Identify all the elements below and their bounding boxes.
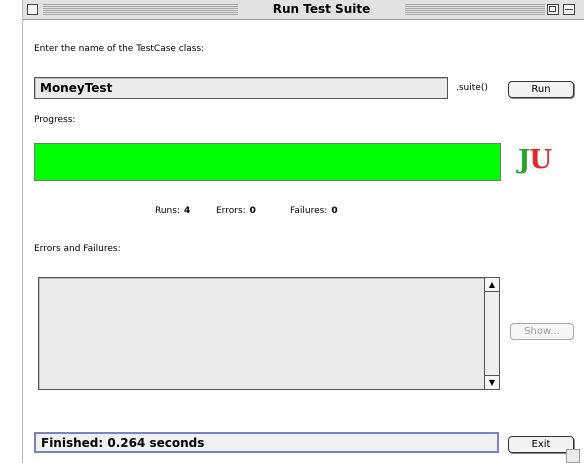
list-scrollbar[interactable]: ▲ ▼ xyxy=(484,278,499,389)
runs-count: 4 xyxy=(183,206,191,216)
errors-failures-list[interactable]: ▲ ▼ xyxy=(38,277,500,390)
zoom-box-icon[interactable] xyxy=(547,4,559,15)
scroll-down-arrow-icon[interactable]: ▼ xyxy=(485,375,499,389)
logo-u: U xyxy=(529,145,552,175)
resize-grow-box-icon[interactable] xyxy=(566,449,580,463)
title-bar[interactable]: Run Test Suite xyxy=(23,0,584,20)
failures-label: Failures: xyxy=(290,206,328,216)
testcase-class-input[interactable]: MoneyTest xyxy=(34,77,448,99)
progress-fill xyxy=(35,144,500,180)
progress-label: Progress: xyxy=(34,115,76,125)
status-field: Finished: 0.264 seconds xyxy=(34,432,499,453)
close-box-icon[interactable] xyxy=(27,4,38,15)
suite-suffix-label: .suite() xyxy=(456,83,488,93)
runs-label: Runs: xyxy=(155,206,180,216)
show-button[interactable]: Show... xyxy=(510,323,574,340)
stat-errors: Errors: 0 xyxy=(216,206,256,216)
title-bar-stripes xyxy=(405,4,545,15)
errors-count: 0 xyxy=(249,206,256,216)
test-class-prompt: Enter the name of the TestCase class: xyxy=(34,44,205,54)
stat-runs: Runs: 4 xyxy=(155,206,190,216)
failures-count: 0 xyxy=(331,206,338,216)
stat-failures: Failures: 0 xyxy=(290,206,338,216)
window-title: Run Test Suite xyxy=(238,2,405,16)
title-bar-stripes xyxy=(43,4,238,15)
junit-logo: JU xyxy=(518,145,552,175)
run-test-suite-window: Run Test Suite Enter the name of the Tes… xyxy=(22,0,584,463)
collapse-box-icon[interactable] xyxy=(563,4,575,15)
scroll-up-arrow-icon[interactable]: ▲ xyxy=(485,278,499,292)
exit-button[interactable]: Exit xyxy=(508,436,574,453)
errors-failures-label: Errors and Failures: xyxy=(34,244,121,254)
run-button[interactable]: Run xyxy=(508,81,574,98)
progress-bar xyxy=(34,143,501,181)
errors-label: Errors: xyxy=(216,206,246,216)
logo-j: J xyxy=(518,145,530,175)
